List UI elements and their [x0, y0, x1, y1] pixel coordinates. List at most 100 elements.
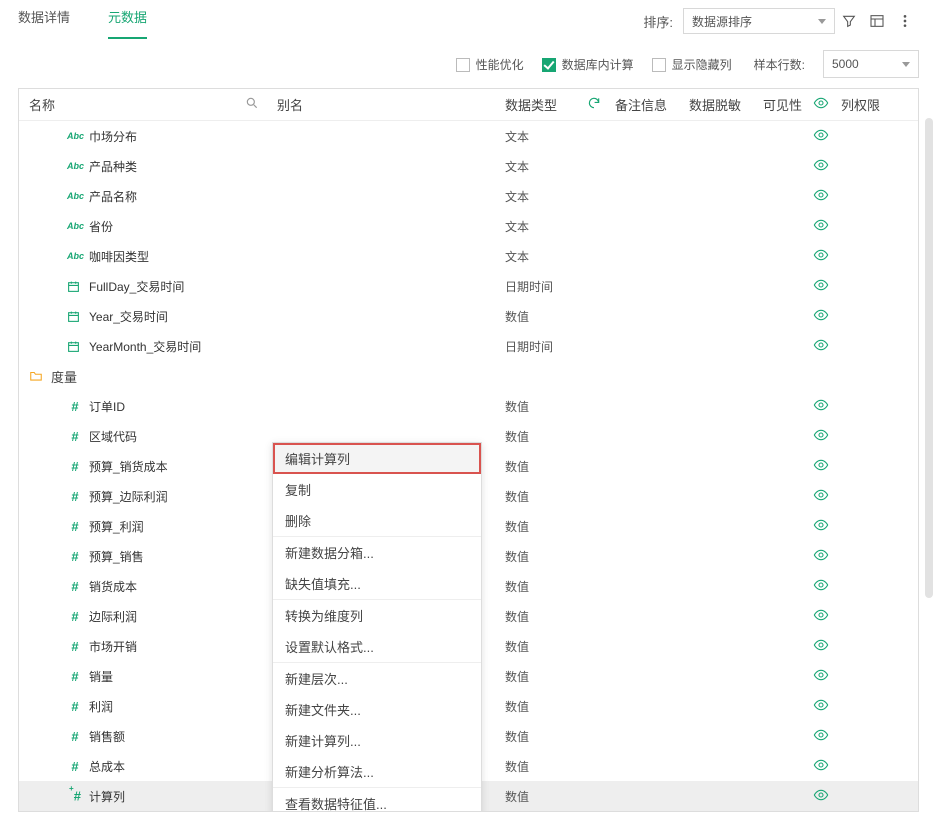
row-dtype: 数值: [505, 698, 587, 715]
eye-icon[interactable]: [813, 192, 829, 206]
table-row[interactable]: 度量: [19, 361, 918, 391]
row-name: FullDay_交易时间: [89, 278, 184, 295]
eye-icon[interactable]: [813, 132, 829, 146]
menu-item[interactable]: 编辑计算列: [273, 443, 481, 474]
eye-header-icon[interactable]: [813, 95, 829, 114]
row-name: YearMonth_交易时间: [89, 338, 201, 355]
menu-item[interactable]: 新建层次...: [273, 663, 481, 694]
number-type-icon: #: [67, 549, 83, 564]
scrollbar[interactable]: [921, 50, 933, 818]
row-name: 预算_销货成本: [89, 458, 168, 475]
row-name: 产品种类: [89, 158, 137, 175]
row-dtype: 数值: [505, 458, 587, 475]
row-dtype: 数值: [505, 428, 587, 445]
eye-icon[interactable]: [813, 522, 829, 536]
table-row[interactable]: Abc咖啡因类型文本: [19, 241, 918, 271]
eye-icon[interactable]: [813, 492, 829, 506]
menu-item[interactable]: 复制: [273, 474, 481, 505]
more-icon[interactable]: [891, 7, 919, 35]
eye-icon[interactable]: [813, 162, 829, 176]
number-type-icon: #: [67, 579, 83, 594]
text-type-icon: Abc: [67, 221, 83, 231]
menu-item[interactable]: 删除: [273, 505, 481, 536]
th-alias: 别名: [277, 98, 303, 113]
row-dtype: 数值: [505, 668, 587, 685]
row-name: 总成本: [89, 758, 125, 775]
eye-icon[interactable]: [813, 762, 829, 776]
eye-icon[interactable]: [813, 402, 829, 416]
tab-metadata[interactable]: 元数据: [108, 7, 147, 36]
number-type-icon: #: [67, 489, 83, 504]
search-icon[interactable]: [245, 96, 259, 113]
row-name: 巾场分布: [89, 128, 137, 145]
row-dtype: 数值: [505, 638, 587, 655]
eye-icon[interactable]: [813, 462, 829, 476]
table-row[interactable]: Abc巾场分布文本: [19, 121, 918, 151]
eye-icon[interactable]: [813, 702, 829, 716]
row-dtype: 数值: [505, 548, 587, 565]
sample-rows-input[interactable]: 5000: [823, 50, 919, 78]
th-name: 名称: [29, 95, 55, 114]
context-menu: 编辑计算列复制删除新建数据分箱...缺失值填充...转换为维度列设置默认格式..…: [272, 442, 482, 811]
row-dtype: 数值: [505, 488, 587, 505]
table-row[interactable]: YearMonth_交易时间 日期时间: [19, 331, 918, 361]
eye-icon[interactable]: [813, 642, 829, 656]
menu-item[interactable]: 缺失值填充...: [273, 568, 481, 599]
eye-icon[interactable]: [813, 312, 829, 326]
eye-icon[interactable]: [813, 222, 829, 236]
table-row[interactable]: Year_交易时间数值: [19, 301, 918, 331]
number-type-icon: #: [67, 609, 83, 624]
table-row[interactable]: Abc产品名称文本: [19, 181, 918, 211]
folder-icon: [29, 369, 45, 383]
menu-item[interactable]: 新建数据分箱...: [273, 537, 481, 568]
row-name: 区域代码: [89, 428, 137, 445]
sample-rows-label: 样本行数:: [754, 56, 805, 73]
row-name: 咖啡因类型: [89, 248, 149, 265]
table-row[interactable]: Abc省份文本: [19, 211, 918, 241]
eye-icon[interactable]: [813, 582, 829, 596]
row-name: 计算列: [89, 788, 125, 805]
filter-icon[interactable]: [835, 7, 863, 35]
showhidden-checkbox[interactable]: 显示隐藏列: [652, 56, 732, 73]
eye-icon[interactable]: [813, 672, 829, 686]
row-dtype: 日期时间: [505, 338, 587, 355]
sort-select[interactable]: 数据源排序: [683, 8, 835, 34]
row-dtype: 数值: [505, 728, 587, 745]
tab-data-detail[interactable]: 数据详情: [18, 7, 70, 36]
menu-item[interactable]: 查看数据特征值...: [273, 788, 481, 811]
perf-opt-checkbox[interactable]: 性能优化: [456, 56, 524, 73]
eye-icon[interactable]: [813, 342, 829, 356]
layout-icon[interactable]: [863, 7, 891, 35]
menu-item[interactable]: 新建计算列...: [273, 725, 481, 756]
table-row[interactable]: Abc产品种类文本: [19, 151, 918, 181]
eye-icon[interactable]: [813, 552, 829, 566]
menu-item[interactable]: 新建文件夹...: [273, 694, 481, 725]
eye-icon[interactable]: [813, 612, 829, 626]
th-desensitize: 数据脱敏: [689, 98, 741, 113]
row-name: 销量: [89, 668, 113, 685]
eye-icon[interactable]: [813, 432, 829, 446]
row-name: 销售额: [89, 728, 125, 745]
menu-item[interactable]: 设置默认格式...: [273, 631, 481, 662]
refresh-icon[interactable]: [587, 96, 601, 113]
number-type-icon: #: [67, 519, 83, 534]
row-dtype: 数值: [505, 758, 587, 775]
row-dtype: 文本: [505, 128, 587, 145]
row-dtype: 数值: [505, 308, 587, 325]
menu-item[interactable]: 转换为维度列: [273, 600, 481, 631]
date-type-icon: [67, 280, 83, 293]
menu-item[interactable]: 新建分析算法...: [273, 756, 481, 787]
table-row[interactable]: #订单ID数值: [19, 391, 918, 421]
number-type-icon: #: [67, 639, 83, 654]
eye-icon[interactable]: [813, 252, 829, 266]
row-dtype: 文本: [505, 218, 587, 235]
table-row[interactable]: FullDay_交易时间日期时间: [19, 271, 918, 301]
table-header: 名称 别名 数据类型 备注信息 数据脱敏 可见性 列权限: [19, 89, 918, 121]
row-name: 预算_边际利润: [89, 488, 168, 505]
dbcalc-checkbox[interactable]: 数据库内计算: [542, 56, 634, 73]
eye-icon[interactable]: [813, 282, 829, 296]
text-type-icon: Abc: [67, 251, 83, 261]
eye-icon[interactable]: [813, 792, 829, 806]
row-dtype: 数值: [505, 608, 587, 625]
eye-icon[interactable]: [813, 732, 829, 746]
